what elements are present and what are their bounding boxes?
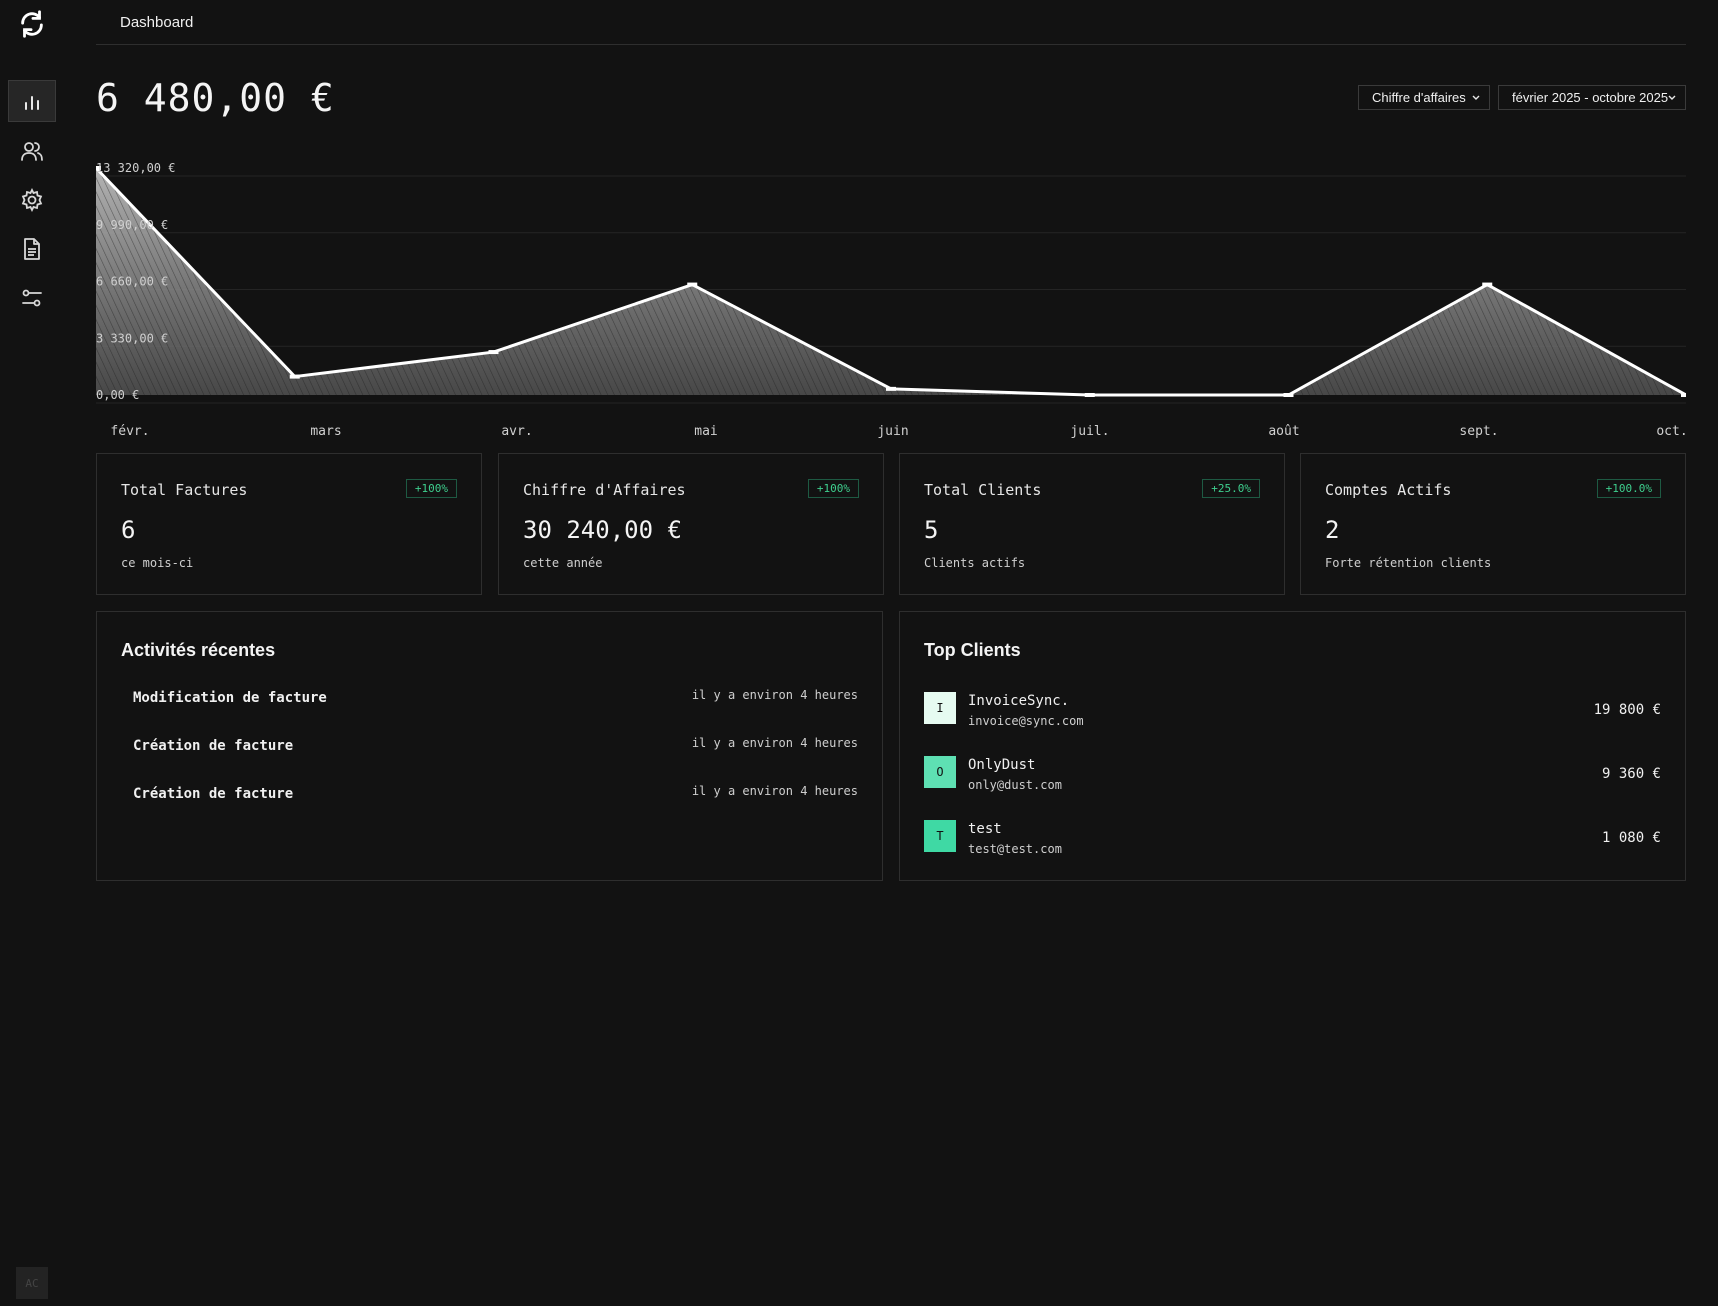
stat-subtitle: ce mois-ci: [121, 556, 194, 570]
data-point[interactable]: [1084, 393, 1095, 397]
sliders-icon: [22, 289, 42, 307]
data-point[interactable]: [687, 282, 698, 287]
data-point[interactable]: [1283, 393, 1294, 397]
stat-subtitle: Clients actifs: [924, 556, 1026, 570]
y-tick-label: 6 660,00 €: [96, 275, 168, 289]
client-avatar: O: [924, 756, 956, 788]
x-tick-label: juil.: [1070, 424, 1109, 439]
data-point[interactable]: [488, 350, 499, 355]
recent-activities-panel: Activités récentes Modification de factu…: [96, 611, 883, 881]
sidebar-item-documents[interactable]: [8, 228, 56, 270]
client-row[interactable]: I InvoiceSync. invoice@sync.com 19 800 €: [924, 692, 1661, 732]
client-name: OnlyDust: [968, 757, 1036, 773]
stat-subtitle: Forte rétention clients: [1325, 556, 1492, 570]
client-email: test@test.com: [968, 842, 1062, 856]
client-email: invoice@sync.com: [968, 714, 1084, 728]
y-tick-label: 9 990,00 €: [96, 218, 168, 232]
stat-subtitle: cette année: [523, 556, 603, 570]
document-icon: [24, 238, 40, 260]
client-avatar: T: [924, 820, 956, 852]
client-row[interactable]: O OnlyDust only@dust.com 9 360 €: [924, 756, 1661, 796]
client-name: test: [968, 821, 1002, 837]
panel-title: Top Clients: [924, 640, 1021, 660]
metric-select-value: Chiffre d'affaires: [1372, 90, 1466, 105]
gear-icon: [21, 188, 43, 212]
stat-value: 5: [924, 516, 939, 544]
x-tick-label: août: [1268, 424, 1299, 439]
data-point[interactable]: [1482, 282, 1493, 287]
stat-card-revenue: Chiffre d'Affaires +100% 30 240,00 € cet…: [498, 453, 884, 595]
period-select-value: février 2025 - octobre 2025: [1512, 90, 1669, 105]
x-tick-label: févr.: [110, 424, 149, 439]
activity-item[interactable]: Modification de facture il y a environ 4…: [133, 688, 858, 714]
stat-label: Chiffre d'Affaires: [523, 481, 686, 499]
app-logo-icon[interactable]: [16, 8, 48, 40]
client-row[interactable]: T test test@test.com 1 080 €: [924, 820, 1661, 860]
y-tick-label: 3 330,00 €: [96, 331, 168, 345]
users-icon: [21, 142, 43, 161]
page-title: Dashboard: [120, 14, 194, 31]
stat-badge: +100%: [807, 479, 859, 498]
stat-value: 2: [1325, 516, 1340, 544]
area-hatch: [96, 168, 1686, 395]
stat-label: Total Clients: [924, 481, 1042, 499]
avatar[interactable]: AC: [16, 1267, 48, 1299]
activity-name: Modification de facture: [133, 690, 327, 706]
stat-card-clients: Total Clients +25.0% 5 Clients actifs: [899, 453, 1285, 595]
chevron-down-icon: [1668, 95, 1676, 100]
client-amount: 19 800 €: [1593, 702, 1661, 718]
sidebar-item-analytics[interactable]: [8, 80, 56, 122]
client-name: InvoiceSync.: [968, 693, 1070, 709]
stat-card-invoices: Total Factures +100% 6 ce mois-ci: [96, 453, 482, 595]
top-clients-panel: Top Clients I InvoiceSync. invoice@sync.…: [899, 611, 1686, 881]
activity-time: il y a environ 4 heures: [691, 736, 858, 750]
activity-time: il y a environ 4 heures: [691, 784, 858, 798]
stat-label: Comptes Actifs: [1325, 481, 1452, 499]
sidebar: AC: [0, 0, 64, 1306]
stat-value: 30 240,00 €: [523, 516, 682, 544]
client-amount: 1 080 €: [1601, 830, 1661, 846]
x-tick-label: mai: [694, 424, 717, 439]
sidebar-item-settings[interactable]: [8, 179, 56, 221]
x-tick-label: sept.: [1459, 424, 1498, 439]
activity-item[interactable]: Création de facture il y a environ 4 heu…: [133, 736, 858, 762]
revenue-chart: 13 320,00 € 9 990,00 € 6 660,00 € 3 330,00 …: [96, 161, 1686, 439]
panel-title: Activités récentes: [121, 640, 276, 660]
client-avatar: I: [924, 692, 956, 724]
activity-item[interactable]: Création de facture il y a environ 4 heu…: [133, 784, 858, 810]
data-point[interactable]: [886, 386, 896, 391]
period-select[interactable]: février 2025 - octobre 2025: [1498, 85, 1686, 110]
chevron-down-icon: [1472, 95, 1480, 100]
stat-value: 6: [121, 516, 136, 544]
activity-name: Création de facture: [133, 738, 294, 754]
bar-chart-icon: [25, 96, 39, 110]
metric-select[interactable]: Chiffre d'affaires: [1358, 85, 1490, 110]
x-tick-label: juin: [877, 424, 908, 439]
stat-label: Total Factures: [121, 481, 248, 499]
header: Dashboard: [96, 0, 1686, 45]
x-tick-label: oct.: [1656, 424, 1686, 439]
client-email: only@dust.com: [968, 778, 1062, 792]
activity-time: il y a environ 4 heures: [691, 688, 858, 702]
stat-badge: +100.0%: [1596, 479, 1661, 498]
stat-card-active-accounts: Comptes Actifs +100.0% 2 Forte rétention…: [1300, 453, 1686, 595]
client-amount: 9 360 €: [1601, 766, 1661, 782]
sidebar-item-clients[interactable]: [8, 130, 56, 172]
activity-name: Création de facture: [133, 786, 294, 802]
x-tick-label: mars: [310, 424, 341, 439]
x-tick-label: avr.: [501, 424, 532, 439]
sidebar-item-preferences[interactable]: [8, 277, 56, 319]
y-tick-label: 13 320,00 €: [96, 161, 175, 175]
stat-badge: +100%: [405, 479, 457, 498]
stat-badge: +25.0%: [1202, 479, 1260, 498]
total-revenue: 6 480,00 €: [96, 76, 335, 120]
y-tick-label: 0,00 €: [96, 388, 139, 402]
data-point[interactable]: [289, 374, 300, 379]
data-point[interactable]: [1681, 393, 1686, 397]
